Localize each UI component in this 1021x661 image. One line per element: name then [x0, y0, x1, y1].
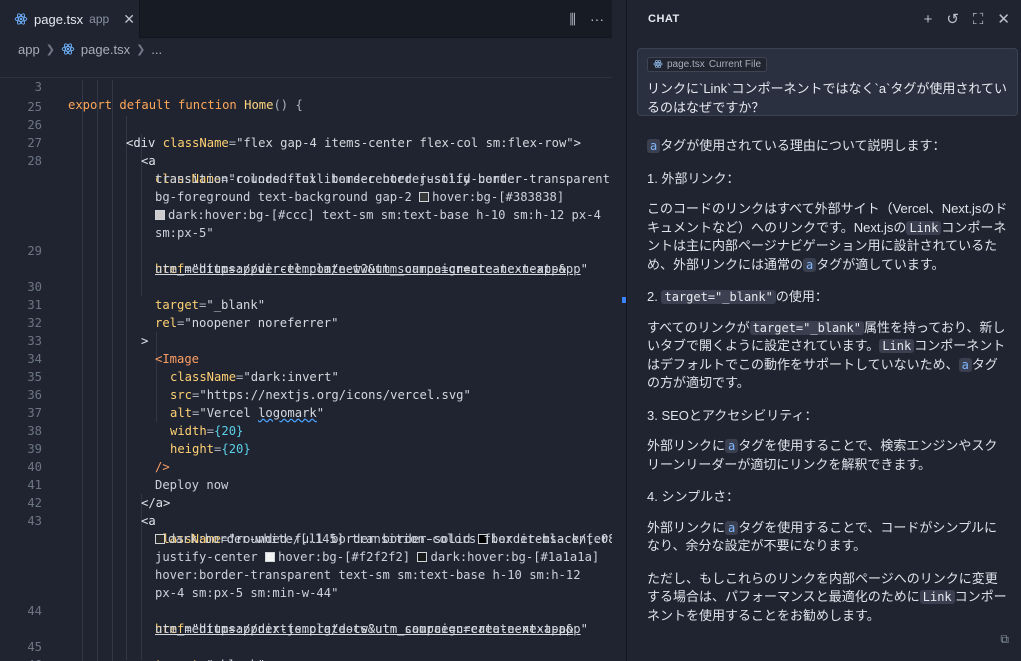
react-file-icon [61, 43, 75, 55]
breadcrumb-file[interactable]: page.tsx [81, 42, 130, 57]
chat-title: CHAT [648, 13, 680, 25]
code-line[interactable]: 25 [0, 80, 612, 114]
inline-code: target="_blank" [661, 290, 776, 304]
code-line[interactable]: 43 className="rounded-full border border… [0, 494, 612, 546]
tab-directory: app [89, 12, 110, 26]
code-line-wrap: dark:border-white/[.145] transition-colo… [0, 512, 612, 546]
inline-code: Link [919, 590, 955, 604]
breadcrumb: app ❯ page.tsx ❯ ... [0, 38, 612, 60]
code-line[interactable]: 29 href="https://vercel.com/new?utm_sour… [0, 224, 612, 276]
editor-tab-bar: page.tsx app ✕ ⫼ ··· [0, 0, 612, 38]
code-line-wrap: bg-foreground text-background gap-2 hove… [0, 170, 612, 204]
editor-actions: ⫼ ··· [570, 0, 604, 38]
code-line-wrap: sm:px-5" [0, 206, 612, 240]
code-line[interactable]: 40 Deploy now [0, 440, 612, 492]
code-line[interactable]: 26 <div className="flex gap-4 items-cent… [0, 98, 612, 150]
code-line[interactable]: 42 <a [0, 476, 612, 528]
inline-code: a [725, 520, 739, 535]
sticky-scroll-line[interactable]: 3 export default function Home() { [0, 60, 612, 112]
maximize-icon[interactable]: ⛶ [973, 11, 984, 28]
inline-code: a [647, 139, 661, 153]
code-line[interactable]: 45 target="_blank" [0, 620, 612, 661]
code-editor[interactable]: page.tsx app ✕ ⫼ ··· app ❯ page.tsx ❯ ..… [0, 0, 612, 661]
code-line-wrap: dark:hover:bg-[#ccc] text-sm sm:text-bas… [0, 188, 612, 222]
code-line[interactable]: 41 </a> [0, 458, 612, 510]
react-file-icon [14, 13, 28, 25]
assistant-message: a タグが使用されている理由について説明します： 1. 外部リンク： このコードの… [647, 137, 1009, 639]
answer-paragraph: すべてのリンクが target="_blank" 属性を持っており、新しいタブで開く… [647, 319, 1006, 391]
answer-paragraph: 外部リンクに a タグを使用することで、コードがシンプルになり、余分な設定が不要にな… [647, 519, 997, 554]
code-line[interactable]: 28 className="rounded-full border border… [0, 134, 612, 186]
code-line[interactable]: 39 /> [0, 422, 612, 474]
code-line[interactable]: 46 rel="noopener noreferrer" [0, 638, 612, 661]
answer-intro: a タグが使用されている理由について説明します： [647, 137, 1009, 156]
tab-filename: page.tsx [34, 11, 84, 27]
inline-code: target="_blank" [749, 320, 864, 335]
chat-header: CHAT + ↺ ⛶ ✕ [627, 0, 1021, 38]
react-file-icon [653, 59, 663, 69]
code-line-wrap: utm_medium=appdir-template-tw&utm_campai… [0, 602, 612, 636]
code-line[interactable]: 33 <Image [0, 314, 612, 366]
code-line-wrap: transition-colors flex items-center just… [0, 152, 612, 186]
new-chat-icon[interactable]: + [924, 11, 933, 28]
breadcrumb-more[interactable]: ... [151, 42, 162, 57]
line-number: 46 [0, 656, 42, 661]
code-line-wrap: px-4 sm:px-5 sm:min-w-44" [0, 566, 612, 600]
close-icon[interactable]: ✕ [123, 11, 135, 28]
breadcrumb-folder[interactable]: app [18, 42, 40, 57]
answer-paragraph: ただし、もしこれらのリンクを内部ページへのリンクに変更する場合は、パフォーマンス… [647, 570, 1007, 623]
chevron-right-icon: ❯ [45, 43, 55, 56]
code-line-wrap: hover:border-transparent text-sm sm:text… [0, 548, 612, 582]
code-line[interactable]: 38 height={20} [0, 404, 612, 456]
more-actions-icon[interactable]: ··· [590, 11, 604, 27]
code-line-wrap: utm_medium=appdir-template-tw&utm_campai… [0, 242, 612, 276]
chevron-right-icon: ❯ [136, 43, 146, 56]
tab-page-tsx[interactable]: page.tsx app ✕ [0, 0, 140, 38]
close-icon[interactable]: ✕ [997, 10, 1010, 28]
answer-heading: 3. SEOとアクセシビリティ： [647, 407, 818, 423]
code-line[interactable]: 27 <a [0, 116, 612, 168]
inline-code: Link [879, 339, 915, 353]
code-line[interactable]: 30 target="_blank" [0, 260, 612, 312]
code-line[interactable]: 35 src="https://nextjs.org/icons/vercel.… [0, 350, 612, 402]
answer-heading: 4. シンプルさ： [647, 489, 740, 504]
code-line[interactable]: 34 className="dark:invert" [0, 332, 612, 384]
inline-code: Link [906, 220, 942, 235]
inline-code: a [725, 439, 739, 453]
chat-panel: CHAT + ↺ ⛶ ✕ page.tsx Current File リンクに`… [626, 0, 1021, 661]
code-line[interactable]: 44 href="https://nextjs.org/docs?utm_sou… [0, 584, 612, 636]
context-label: Current File [708, 58, 762, 70]
question-text: リンクに`Link`コンポーネントではなく`a`タグが使用されているのはなぜです… [647, 81, 1008, 115]
context-chip[interactable]: page.tsx Current File [647, 56, 768, 72]
answer-paragraph: 外部リンクに a タグを使用することで、検索エンジンやスクリーンリーダーが適切にリン… [647, 438, 998, 472]
context-file: page.tsx [667, 58, 705, 70]
user-message: page.tsx Current File リンクに`Link`コンポーネントで… [637, 48, 1018, 116]
code-line[interactable]: 37 width={20} [0, 386, 612, 438]
code-text: target="_blank" [155, 656, 265, 661]
answer-heading: 1. 外部リンク： [647, 170, 740, 186]
answer-paragraph: このコードのリンクはすべて外部サイト（Vercel、Next.jsのドキュメント… [647, 201, 1008, 272]
answer-heading: 2. target="_blank" の使用： [647, 289, 828, 304]
copy-icon[interactable]: ⧉ [1000, 632, 1009, 647]
inline-code: a [958, 357, 972, 372]
code-line[interactable]: 32 > [0, 296, 612, 348]
code-line-wrap: justify-center hover:bg-[#f2f2f2] dark:h… [0, 530, 612, 564]
split-editor-icon[interactable]: ⫼ [570, 11, 576, 28]
code-line[interactable]: 36 alt="Vercel logomark" [0, 368, 612, 420]
history-icon[interactable]: ↺ [946, 10, 959, 28]
chat-actions: + ↺ ⛶ ✕ [924, 0, 1010, 38]
code-line[interactable]: 31 rel="noopener noreferrer" [0, 278, 612, 330]
inline-code: a [803, 257, 817, 272]
